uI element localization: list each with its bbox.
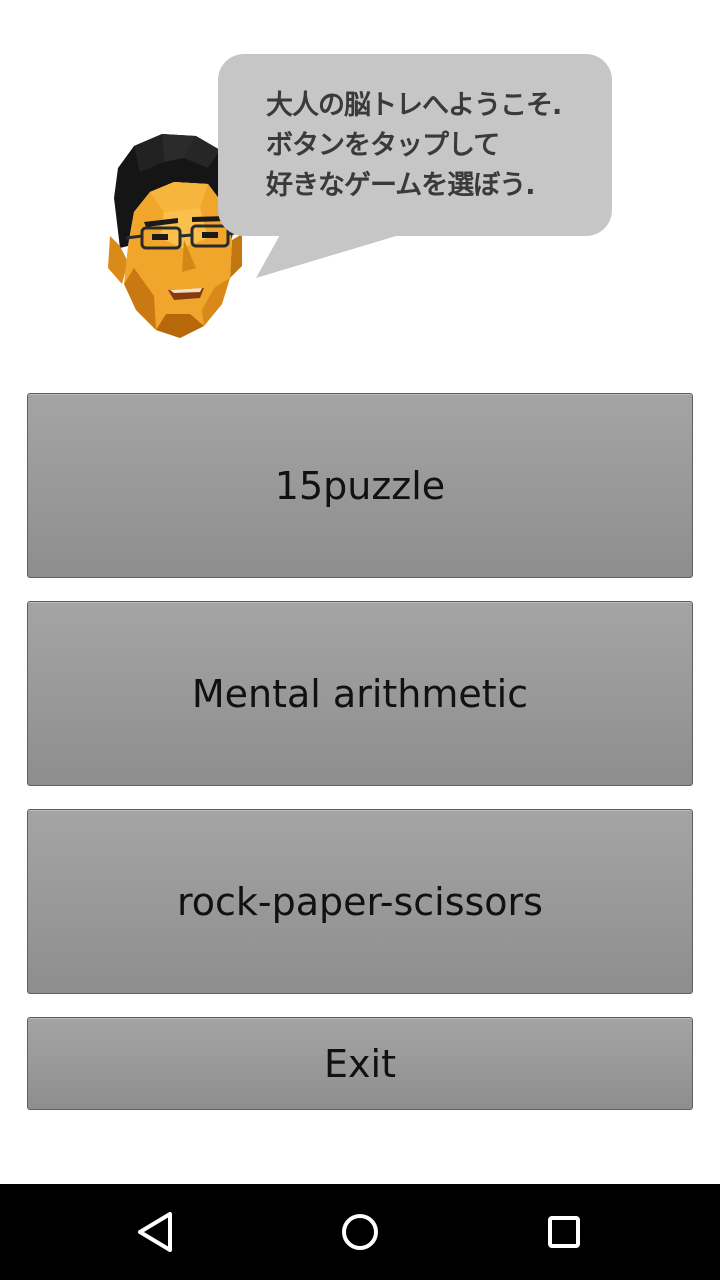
mental-arithmetic-button[interactable]: Mental arithmetic <box>27 601 693 786</box>
system-navigation-bar <box>0 1184 720 1280</box>
welcome-line-3: 好きなゲームを選ぼう. <box>266 170 535 201</box>
welcome-message: 大人の脳トレへようこそ. ボタンをタップして 好きなゲームを選ぼう. <box>266 86 596 206</box>
welcome-line-1: 大人の脳トレへようこそ. <box>266 90 562 121</box>
speech-bubble-tail <box>246 224 396 278</box>
rock-paper-scissors-button[interactable]: rock-paper-scissors <box>27 809 693 994</box>
rock-paper-scissors-button-label: rock-paper-scissors <box>177 879 543 924</box>
exit-button-label: Exit <box>324 1041 396 1086</box>
mental-arithmetic-button-label: Mental arithmetic <box>191 671 529 716</box>
home-icon <box>342 1214 378 1250</box>
15puzzle-button-label: 15puzzle <box>274 463 446 508</box>
exit-button[interactable]: Exit <box>27 1017 693 1110</box>
home-button[interactable] <box>332 1204 388 1260</box>
recent-apps-icon <box>548 1216 580 1248</box>
main-menu-screen: 大人の脳トレへようこそ. ボタンをタップして 好きなゲームを選ぼう. 15puz… <box>0 0 720 1280</box>
recent-apps-button[interactable] <box>536 1204 592 1260</box>
welcome-line-2: ボタンをタップして <box>266 130 500 161</box>
back-button[interactable] <box>128 1204 184 1260</box>
back-icon <box>138 1212 172 1252</box>
15puzzle-button[interactable]: 15puzzle <box>27 393 693 578</box>
